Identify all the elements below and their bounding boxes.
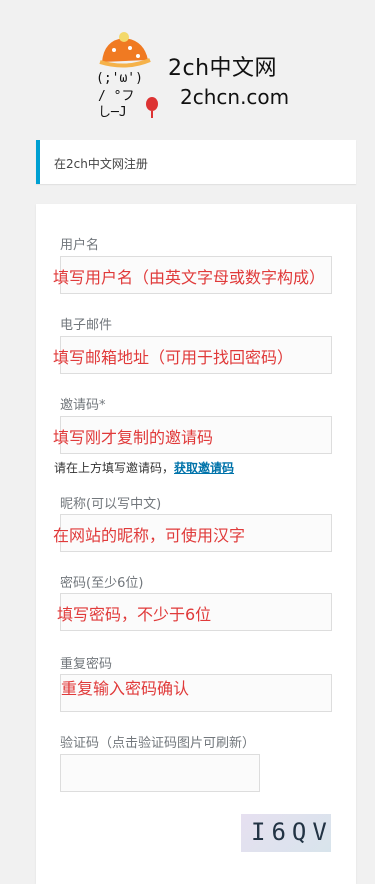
captcha-label: 验证码（点击验证码图片可刷新） bbox=[60, 736, 256, 751]
invite-hint-text: 请在上方填写邀请码， bbox=[54, 461, 175, 475]
email-annotation: 填写邮箱地址（可用于找回密码） bbox=[53, 348, 294, 367]
captcha-text: I6QV bbox=[251, 818, 331, 846]
svg-text:し─J: し─J bbox=[98, 105, 127, 120]
register-form: 用户名 填写用户名（由英文字母或数字构成） 电子邮件 填写邮箱地址（可用于找回密… bbox=[36, 204, 356, 884]
invite-annotation: 填写刚才复制的邀请码 bbox=[53, 428, 214, 447]
captcha-input[interactable] bbox=[60, 754, 260, 792]
password-input[interactable]: 填写密码，不少于6位 bbox=[57, 593, 332, 631]
email-input[interactable]: 填写邮箱地址（可用于找回密码） bbox=[53, 336, 332, 374]
nickname-input[interactable]: 在网站的昵称，可使用汉字 bbox=[53, 514, 332, 552]
notice-text: 在2ch中文网注册 bbox=[54, 157, 148, 171]
email-label: 电子邮件 bbox=[60, 318, 113, 333]
invite-label: 邀请码* bbox=[60, 398, 106, 413]
password-annotation: 填写密码，不少于6位 bbox=[57, 605, 212, 624]
invite-input[interactable]: 填写刚才复制的邀请码 bbox=[53, 416, 332, 454]
logo-domain: 2chcn.com bbox=[180, 85, 290, 109]
password-repeat-input[interactable]: 重复输入密码确认 bbox=[60, 674, 332, 712]
password-repeat-annotation: 重复输入密码确认 bbox=[61, 679, 190, 698]
nickname-annotation: 在网站的昵称，可使用汉字 bbox=[53, 526, 246, 545]
password-label: 密码(至少6位) bbox=[60, 576, 144, 591]
username-input[interactable]: 填写用户名（由英文字母或数字构成） bbox=[53, 256, 332, 294]
username-annotation: 填写用户名（由英文字母或数字构成） bbox=[53, 268, 326, 287]
nickname-label: 昵称(可以写中文) bbox=[60, 497, 162, 512]
captcha-image[interactable]: I6QV bbox=[241, 814, 331, 852]
svg-text:/ °フ: / °フ bbox=[98, 89, 134, 104]
site-logo[interactable]: (;'ω') / °フ し─J 2ch中文网 2chcn.com bbox=[0, 0, 375, 130]
invite-hint: 请在上方填写邀请码，获取邀请码 bbox=[54, 459, 234, 476]
get-invite-link[interactable]: 获取邀请码 bbox=[174, 461, 234, 475]
username-label: 用户名 bbox=[60, 238, 100, 253]
logo-title: 2ch中文网 bbox=[168, 56, 278, 81]
logo-mascot-icon: (;'ω') / °フ し─J bbox=[96, 32, 158, 120]
register-notice: 在2ch中文网注册 bbox=[36, 140, 356, 184]
svg-text:(;'ω'): (;'ω') bbox=[96, 71, 143, 86]
password-repeat-label: 重复密码 bbox=[60, 657, 113, 672]
